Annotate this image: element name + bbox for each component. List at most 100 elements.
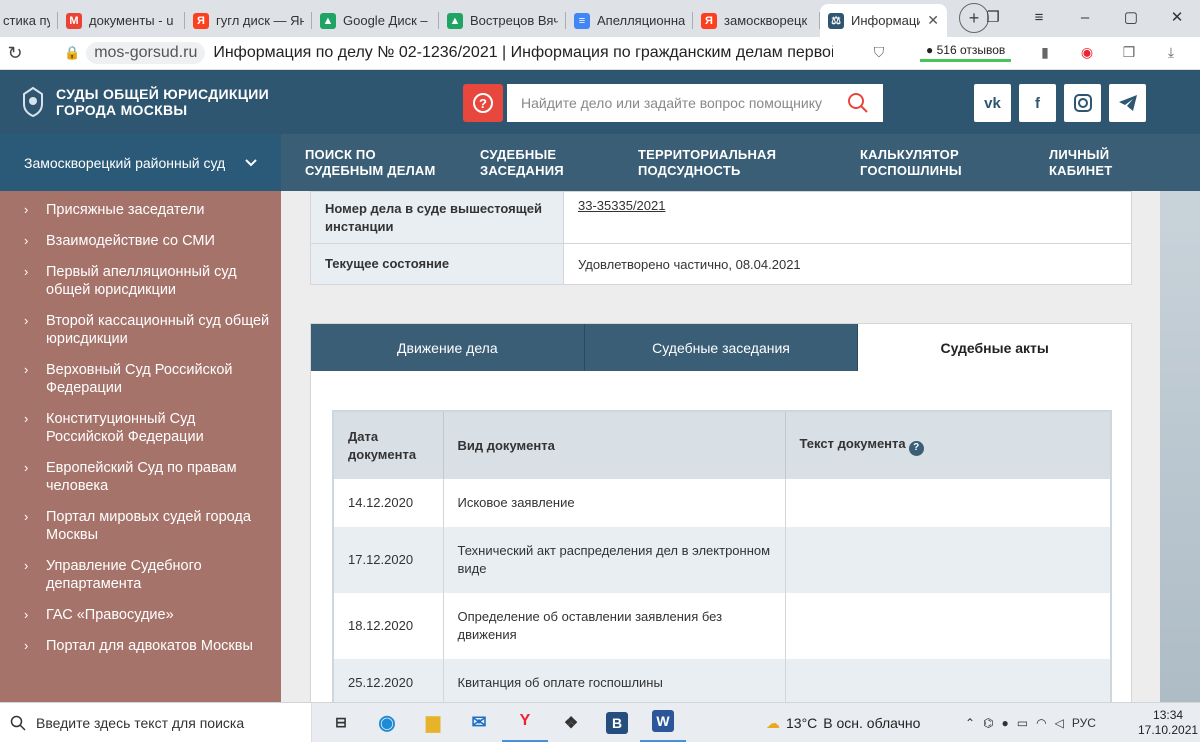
extensions-icon[interactable]: ❒ xyxy=(1120,43,1138,61)
edge-icon[interactable]: ◉ xyxy=(364,703,410,742)
instagram-icon[interactable] xyxy=(1064,84,1101,122)
sidebar-item[interactable]: › Присяжные заседатели xyxy=(0,201,281,219)
tab-court-acts[interactable]: Судебные акты xyxy=(858,324,1132,371)
sidebar-item[interactable]: › Европейский Суд по правам человека xyxy=(0,459,281,495)
sidebar-item-label: Взаимодействие со СМИ xyxy=(46,233,215,249)
table-row[interactable]: 18.12.2020 Определение об оставлении заяв… xyxy=(333,593,1112,659)
menu-icon[interactable]: ≡ xyxy=(1016,0,1062,34)
reviews-badge[interactable]: ● 516 отзывов xyxy=(920,41,1012,62)
tab-list: стика пусMдокументы - uЯгугл диск — Ян▲G… xyxy=(0,0,947,37)
browser-tab[interactable]: Mдокументы - u xyxy=(58,4,185,37)
tray-expand-icon[interactable]: ⌃ xyxy=(965,716,975,730)
language-indicator[interactable]: РУС xyxy=(1072,716,1096,730)
chevron-right-icon: › xyxy=(24,638,29,653)
clock[interactable]: 13:34 17.10.2021 xyxy=(1138,708,1198,738)
chevron-right-icon: › xyxy=(24,411,29,426)
yandex-browser-icon[interactable]: Y xyxy=(502,703,548,742)
reload-icon[interactable]: ↻ xyxy=(0,43,30,64)
higher-instance-link[interactable]: 33-35335/2021 xyxy=(578,198,665,213)
word-icon[interactable]: W xyxy=(640,703,686,742)
documents-table: Дата документа Вид документа Текст докум… xyxy=(332,410,1112,702)
browser-tab[interactable]: стика пус xyxy=(0,4,58,37)
bookmark-icon[interactable]: ▮ xyxy=(1036,43,1054,61)
battery-icon[interactable]: ▭ xyxy=(1017,716,1028,730)
current-state-label: Текущее состояние xyxy=(311,244,563,284)
chevron-right-icon: › xyxy=(24,558,29,573)
chevron-right-icon: › xyxy=(24,313,29,328)
lock-icon[interactable]: 🔒 xyxy=(64,45,80,61)
facebook-icon[interactable]: f xyxy=(1019,84,1056,122)
browser-tab[interactable]: ≡ Апелляционна xyxy=(566,4,693,37)
nav-case-search[interactable]: ПОИСК ПО СУДЕБНЫМ ДЕЛАМ xyxy=(305,147,480,179)
sidebar-item[interactable]: › ГАС «Правосудие» xyxy=(0,606,281,624)
cell-date: 14.12.2020 xyxy=(333,479,444,527)
nav-account[interactable]: ЛИЧНЫЙ КАБИНЕТ xyxy=(1049,147,1129,179)
browser-tab[interactable]: Язамоскворецк xyxy=(693,4,820,37)
table-row[interactable]: 17.12.2020 Технический акт распределения … xyxy=(333,527,1112,593)
chevron-right-icon: › xyxy=(24,509,29,524)
minimize-icon[interactable]: – xyxy=(1062,0,1108,34)
cell-type: Определение об оставлении заявления без … xyxy=(443,593,786,659)
sidebar-item[interactable]: › Управление Судебного департамента xyxy=(0,557,281,593)
tab-label: Апелляционна xyxy=(597,13,685,28)
site-header: СУДЫ ОБЩЕЙ ЮРИСДИКЦИИ ГОРОДА МОСКВЫ ? vk… xyxy=(0,70,1200,134)
nav-fee-calculator-line1: КАЛЬКУЛЯТОР xyxy=(860,146,959,162)
sidebar-item[interactable]: › Конституционный Суд Российской Федераци… xyxy=(0,410,281,446)
sidebar-item[interactable]: › Портал для адвокатов Москвы xyxy=(0,637,281,655)
tab-favicon-icon: ≡ xyxy=(574,12,590,29)
browser-tab[interactable]: Ягугл диск — Ян xyxy=(185,4,312,37)
explorer-icon[interactable]: ▆ xyxy=(410,703,456,742)
tab-case-movement[interactable]: Движение дела xyxy=(311,324,585,371)
table-row[interactable]: 25.12.2020 Квитанция об оплате госпошлины xyxy=(333,659,1112,702)
dropbox-icon[interactable]: ❖ xyxy=(548,703,594,742)
nav-jurisdiction[interactable]: ТЕРРИТОРИАЛЬНАЯ ПОДСУДНОСТЬ xyxy=(638,147,860,179)
nav-fee-calculator[interactable]: КАЛЬКУЛЯТОР ГОСПОШЛИНЫ xyxy=(860,147,1049,179)
weather-widget[interactable]: ☁ 13°C В осн. облачно xyxy=(766,703,920,742)
volume-icon[interactable]: ◁ xyxy=(1055,716,1064,730)
sidebar-item-label: Второй кассационный суд общей юрисдикции xyxy=(46,313,270,347)
close-window-icon[interactable]: ✕ xyxy=(1154,0,1200,34)
sidebar-item-label: Первый апелляционный суд общей юрисдикци… xyxy=(46,264,237,298)
taskbar-search-placeholder: Введите здесь текст для поиска xyxy=(36,714,245,731)
maximize-icon[interactable]: ▢ xyxy=(1108,0,1154,34)
sidebar-item[interactable]: › Первый апелляционный суд общей юрисдикц… xyxy=(0,263,281,299)
sidebar-item[interactable]: › Верховный Суд Российской Федерации xyxy=(0,361,281,397)
taskbar-search[interactable]: Введите здесь текст для поиска xyxy=(0,702,312,742)
vk-icon[interactable]: vk xyxy=(974,84,1011,122)
browser-tab[interactable]: ⚖ Информаци ✕ xyxy=(820,4,947,37)
browser-tab[interactable]: ▲ Google Диск – xyxy=(312,4,439,37)
site-search-input[interactable] xyxy=(507,84,883,122)
task-view-icon[interactable]: ⊟ xyxy=(318,703,364,742)
download-icon[interactable]: ⤓ xyxy=(1162,43,1180,61)
microphone-icon[interactable]: ● xyxy=(1002,716,1009,730)
nav-hearings[interactable]: СУДЕБНЫЕ ЗАСЕДАНИЯ xyxy=(480,147,638,179)
cell-date: 18.12.2020 xyxy=(333,593,444,659)
address-domain[interactable]: mos-gorsud.ru xyxy=(86,42,206,64)
cell-type: Технический акт распределения дел в элек… xyxy=(443,527,786,593)
site-logo[interactable]: СУДЫ ОБЩЕЙ ЮРИСДИКЦИИ ГОРОДА МОСКВЫ xyxy=(20,86,269,118)
telegram-icon[interactable] xyxy=(1109,84,1146,122)
protect-icon[interactable]: ⛉ xyxy=(870,43,888,61)
help-button[interactable]: ? xyxy=(463,84,503,122)
tab-search-icon[interactable]: ❐ xyxy=(970,0,1016,34)
sidebar-item[interactable]: › Взаимодействие со СМИ xyxy=(0,232,281,250)
table-row[interactable]: 14.12.2020 Исковое заявление xyxy=(333,479,1112,527)
tab-court-hearings[interactable]: Судебные заседания xyxy=(584,324,859,371)
mail-icon[interactable]: ✉ xyxy=(456,703,502,742)
alice-icon[interactable]: ◉ xyxy=(1078,43,1096,61)
help-icon[interactable]: ? xyxy=(908,440,924,456)
chevron-down-icon xyxy=(245,158,257,166)
higher-instance-value: 33-35335/2021 xyxy=(563,192,1131,243)
wifi-icon[interactable]: ◠ xyxy=(1036,716,1046,730)
browser-tab[interactable]: ▲ Вострецов Вяч xyxy=(439,4,566,37)
b-app-icon[interactable]: B xyxy=(594,703,640,742)
sidebar-item[interactable]: › Портал мировых судей города Москвы xyxy=(0,508,281,544)
address-page-title[interactable]: Информация по делу № 02-1236/2021 | Инфо… xyxy=(213,44,833,62)
search-icon[interactable] xyxy=(847,92,869,114)
question-icon: ? xyxy=(473,93,493,113)
network-icon[interactable]: ⌬ xyxy=(983,716,993,730)
court-selector[interactable]: Замоскворецкий районный суд xyxy=(0,134,281,191)
taskbar-apps: ⊟ ◉ ▆ ✉ Y ❖ B W xyxy=(318,703,686,742)
tab-close-icon[interactable]: ✕ xyxy=(927,12,939,29)
sidebar-item[interactable]: › Второй кассационный суд общей юрисдикци… xyxy=(0,312,281,348)
